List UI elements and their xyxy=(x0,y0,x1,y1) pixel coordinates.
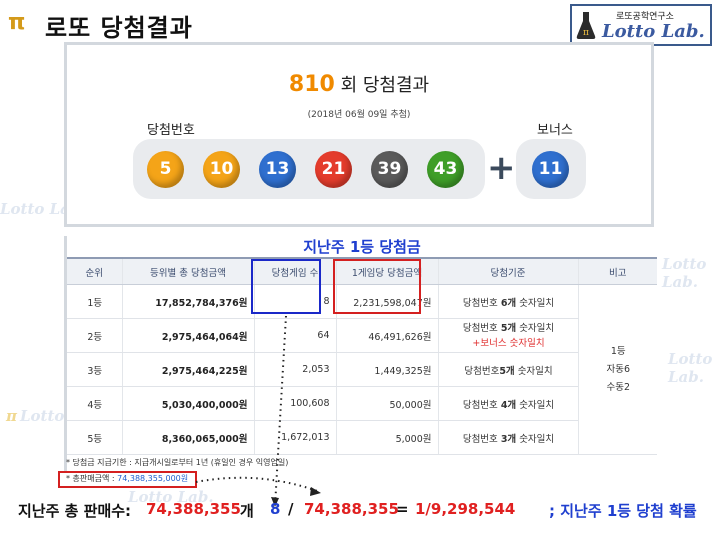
formula-sales: 74,388,355 xyxy=(146,500,241,518)
formula-equals: = xyxy=(396,500,409,518)
dotted-arrow-sales xyxy=(195,476,321,493)
formula-probability: 1/9,298,544 xyxy=(415,500,516,518)
arrow-head xyxy=(310,487,321,496)
dotted-arrow-games xyxy=(274,315,287,507)
formula-slash: / xyxy=(288,500,294,518)
formula-sales-denominator: 74,388,355 xyxy=(304,500,399,518)
formula-label: 지난주 총 판매수: xyxy=(18,502,132,520)
formula-unit: 개 xyxy=(240,502,254,520)
formula-wins: 8 xyxy=(270,500,281,518)
dotted-arrows xyxy=(195,315,321,507)
formula-caption: ; 지난주 1등 당첨 확률 xyxy=(549,502,697,520)
probability-formula: 지난주 총 판매수: 74,388,355 개 8 / 74,388,355 =… xyxy=(0,500,720,526)
